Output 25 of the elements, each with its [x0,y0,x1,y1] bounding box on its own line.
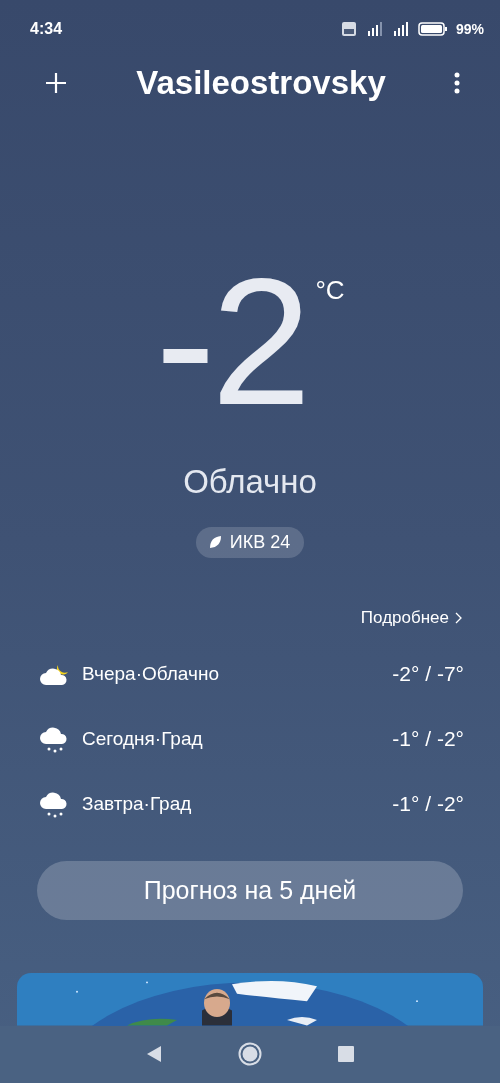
city-title: Vasileostrovsky [136,64,386,103]
forecast-temps: -2° / -7° [392,662,464,687]
condition: Облачно [183,462,317,501]
status-time: 4:34 [30,20,63,38]
details-link[interactable]: Подробнее [360,607,462,628]
battery-percent: 99% [455,21,484,37]
more-icon [454,72,460,95]
signal-icon [391,22,410,36]
forecast-day: Вчера·Облачно [82,663,393,686]
air-quality-badge[interactable]: ИКВ 24 [195,526,305,558]
forecast-temps: -1° / -2° [392,792,464,817]
forecast-button[interactable]: Прогноз на 5 дней [37,860,463,921]
chevron-right-icon [455,611,462,624]
back-icon[interactable] [146,1045,162,1064]
battery-icon [417,22,448,36]
leaf-icon [207,535,222,550]
temperature: -2 [155,266,308,417]
temperature-unit: °C [315,274,345,306]
forecast-temps: -1° / -2° [392,727,464,752]
home-icon[interactable] [238,1042,262,1067]
plus-icon [44,71,68,96]
air-quality-text: ИКВ 24 [229,531,291,553]
forecast-day: Завтра·Град [82,793,393,816]
forecast-day: Сегодня·Град [82,728,393,751]
recents-icon[interactable] [338,1046,354,1063]
